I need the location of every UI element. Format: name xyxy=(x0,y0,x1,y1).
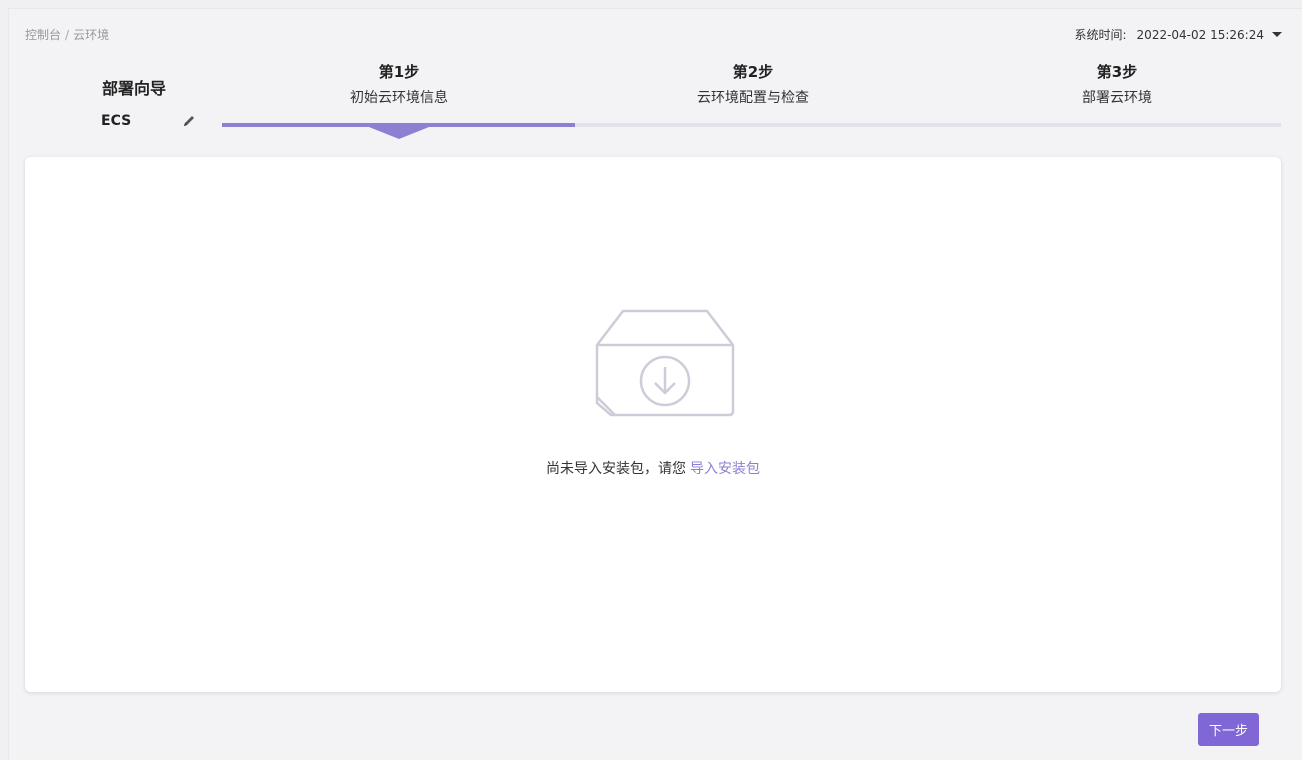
caret-down-icon[interactable] xyxy=(1272,32,1282,37)
system-time[interactable]: 系统时间: 2022-04-02 15:26:24 xyxy=(1074,26,1282,43)
import-package-link[interactable]: 导入安装包 xyxy=(690,461,760,477)
system-time-value: 2022-04-02 15:26:24 xyxy=(1136,27,1264,42)
breadcrumb-item-console[interactable]: 控制台 xyxy=(25,28,61,42)
breadcrumb: 控制台 / 云环境 xyxy=(25,26,109,43)
step-2: 第2步 云环境配置与检查 xyxy=(633,61,873,108)
pencil-icon[interactable] xyxy=(181,113,197,129)
empty-state-text: 尚未导入安装包，请您 xyxy=(546,461,686,477)
empty-state-message: 尚未导入安装包，请您 导入安装包 xyxy=(25,458,1281,478)
step-1-number: 第1步 xyxy=(378,63,420,81)
step-1: 第1步 初始云环境信息 xyxy=(279,61,519,108)
step-3: 第3步 部署云环境 xyxy=(997,61,1237,108)
step-3-label: 部署云环境 xyxy=(1082,90,1152,106)
step-2-label: 云环境配置与检查 xyxy=(697,90,809,106)
active-step-pointer xyxy=(369,127,429,139)
breadcrumb-item-cloud-env: 云环境 xyxy=(73,28,110,42)
step-1-label: 初始云环境信息 xyxy=(350,90,448,106)
system-time-label: 系统时间: xyxy=(1074,28,1127,42)
page: 控制台 / 云环境 系统时间: 2022-04-02 15:26:24 部署向导 E… xyxy=(8,8,1302,760)
step-3-number: 第3步 xyxy=(1096,63,1138,81)
content-card: 尚未导入安装包，请您 导入安装包 xyxy=(25,157,1281,692)
wizard-name: ECS xyxy=(101,113,132,129)
step-2-number: 第2步 xyxy=(732,63,774,81)
wizard-title: 部署向导 xyxy=(101,79,166,98)
breadcrumb-separator: / xyxy=(65,28,70,42)
download-box-icon xyxy=(595,309,735,417)
next-step-button[interactable]: 下一步 xyxy=(1198,713,1259,746)
